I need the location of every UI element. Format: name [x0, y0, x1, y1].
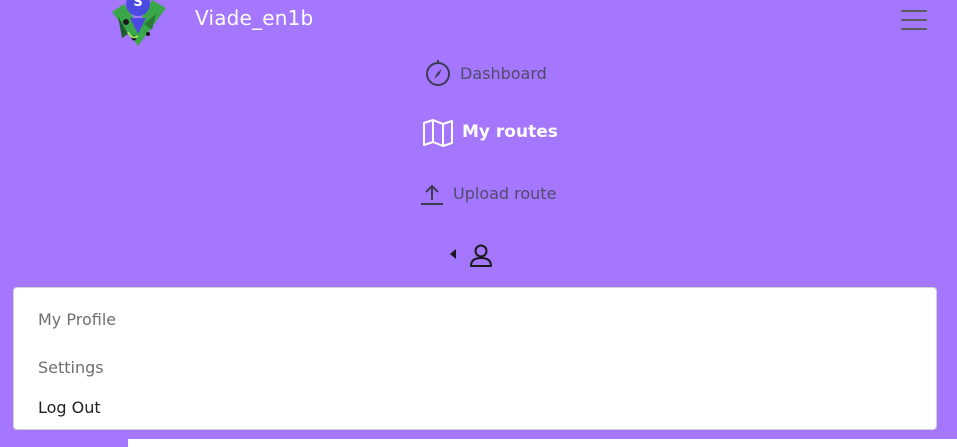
- menu-item-settings[interactable]: Settings: [38, 358, 104, 377]
- user-menu-toggle[interactable]: [448, 242, 496, 270]
- underlying-content-strip: [128, 439, 957, 447]
- hamburger-menu-icon[interactable]: [901, 10, 927, 32]
- menu-item-my-profile[interactable]: My Profile: [38, 310, 116, 329]
- nav-item-my-routes[interactable]: My routes: [422, 117, 558, 147]
- user-dropdown-menu: My Profile Settings Log Out: [13, 287, 937, 430]
- map-icon: [423, 119, 453, 147]
- nav-item-label-dashboard: Dashboard: [460, 63, 547, 83]
- upload-icon: [421, 184, 443, 205]
- menu-item-log-out[interactable]: Log Out: [38, 398, 101, 417]
- brand-name[interactable]: Viade_en1b: [195, 6, 313, 30]
- caret-left-icon: [450, 249, 456, 259]
- compass-icon: [426, 60, 450, 86]
- nav-item-upload-route[interactable]: Upload route: [419, 178, 556, 208]
- viade-map-pin-logo-icon[interactable]: S: [108, 0, 168, 48]
- underlying-tab: [36, 439, 128, 447]
- nav-item-label-my-routes: My routes: [462, 122, 558, 142]
- svg-text:S: S: [133, 0, 142, 10]
- person-icon: [470, 244, 492, 267]
- nav-item-dashboard[interactable]: Dashboard: [424, 58, 547, 88]
- nav-item-label-upload-route: Upload route: [453, 183, 557, 203]
